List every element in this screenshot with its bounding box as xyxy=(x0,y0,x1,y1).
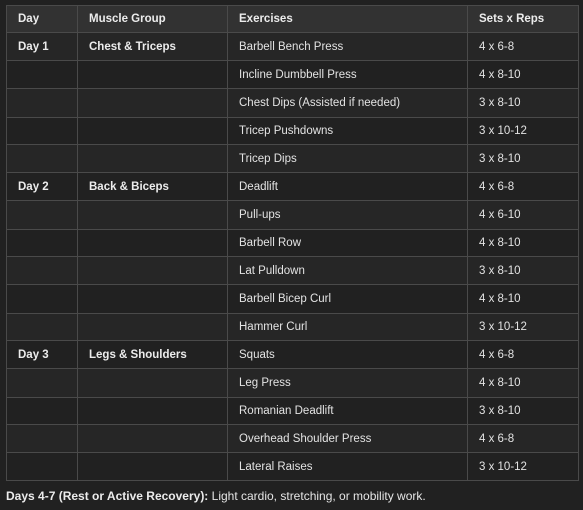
day-cell: Day 2 xyxy=(6,172,78,201)
day-cell: Day 1 xyxy=(6,32,78,61)
day-cell xyxy=(6,284,78,314)
sets-reps-cell: 4 x 8-10 xyxy=(467,368,579,398)
sets-reps-cell: 3 x 10-12 xyxy=(467,313,579,341)
exercise-cell: Incline Dumbbell Press xyxy=(227,60,468,89)
sets-reps-cell: 4 x 8-10 xyxy=(467,284,579,314)
table-row: Pull-ups 4 x 6-10 xyxy=(6,200,579,230)
muscle-group-cell xyxy=(77,368,228,398)
sets-reps-cell: 4 x 8-10 xyxy=(467,60,579,89)
sets-reps-cell: 3 x 8-10 xyxy=(467,397,579,425)
exercise-cell: Deadlift xyxy=(227,172,468,201)
table-row: Tricep Pushdowns 3 x 10-12 xyxy=(6,117,579,145)
header-sets-reps: Sets x Reps xyxy=(467,5,579,33)
day-cell xyxy=(6,229,78,257)
day-cell xyxy=(6,397,78,425)
exercise-cell: Barbell Row xyxy=(227,229,468,257)
table-body: Day 1 Chest & Triceps Barbell Bench Press 4… xyxy=(6,32,579,481)
day-cell xyxy=(6,117,78,145)
day-cell xyxy=(6,368,78,398)
muscle-group-cell xyxy=(77,452,228,481)
exercise-cell: Chest Dips (Assisted if needed) xyxy=(227,88,468,118)
table-row: Overhead Shoulder Press 4 x 6-8 xyxy=(6,424,579,453)
day-cell xyxy=(6,144,78,173)
day-cell xyxy=(6,313,78,341)
muscle-group-cell xyxy=(77,256,228,285)
table-row: Lat Pulldown 3 x 8-10 xyxy=(6,256,579,285)
day-cell xyxy=(6,256,78,285)
muscle-group-cell xyxy=(77,284,228,314)
header-exercises: Exercises xyxy=(227,5,468,33)
table-row: Lateral Raises 3 x 10-12 xyxy=(6,452,579,481)
muscle-group-cell xyxy=(77,117,228,145)
table-row: Romanian Deadlift 3 x 8-10 xyxy=(6,397,579,425)
exercise-cell: Overhead Shoulder Press xyxy=(227,424,468,453)
sets-reps-cell: 3 x 10-12 xyxy=(467,117,579,145)
rest-days-label: Days 4-7 (Rest or Active Recovery): xyxy=(6,489,209,503)
rest-days-text: Light cardio, stretching, or mobility wo… xyxy=(208,489,426,503)
sets-reps-cell: 3 x 8-10 xyxy=(467,144,579,173)
muscle-group-cell xyxy=(77,200,228,230)
header-muscle-group: Muscle Group xyxy=(77,5,228,33)
day-cell xyxy=(6,60,78,89)
sets-reps-cell: 4 x 6-8 xyxy=(467,172,579,201)
table-row: Incline Dumbbell Press 4 x 8-10 xyxy=(6,60,579,89)
table-row: Hammer Curl 3 x 10-12 xyxy=(6,313,579,341)
muscle-group-cell xyxy=(77,313,228,341)
header-day: Day xyxy=(6,5,78,33)
muscle-group-cell xyxy=(77,144,228,173)
day-cell xyxy=(6,88,78,118)
exercise-cell: Hammer Curl xyxy=(227,313,468,341)
muscle-group-cell: Back & Biceps xyxy=(77,172,228,201)
sets-reps-cell: 3 x 10-12 xyxy=(467,452,579,481)
sets-reps-cell: 3 x 8-10 xyxy=(467,88,579,118)
table-header-row: Day Muscle Group Exercises Sets x Reps xyxy=(6,5,579,33)
exercise-cell: Romanian Deadlift xyxy=(227,397,468,425)
table-row: Day 2 Back & Biceps Deadlift 4 x 6-8 xyxy=(6,172,579,201)
exercise-cell: Squats xyxy=(227,340,468,369)
exercise-cell: Lat Pulldown xyxy=(227,256,468,285)
table-row: Barbell Row 4 x 8-10 xyxy=(6,229,579,257)
table-row: Leg Press 4 x 8-10 xyxy=(6,368,579,398)
muscle-group-cell xyxy=(77,88,228,118)
muscle-group-cell xyxy=(77,424,228,453)
sets-reps-cell: 4 x 6-8 xyxy=(467,340,579,369)
muscle-group-cell xyxy=(77,397,228,425)
exercise-cell: Barbell Bench Press xyxy=(227,32,468,61)
exercise-cell: Lateral Raises xyxy=(227,452,468,481)
exercise-cell: Barbell Bicep Curl xyxy=(227,284,468,314)
muscle-group-cell xyxy=(77,229,228,257)
muscle-group-cell: Chest & Triceps xyxy=(77,32,228,61)
sets-reps-cell: 4 x 6-10 xyxy=(467,200,579,230)
sets-reps-cell: 3 x 8-10 xyxy=(467,256,579,285)
muscle-group-cell: Legs & Shoulders xyxy=(77,340,228,369)
table-row: Chest Dips (Assisted if needed) 3 x 8-10 xyxy=(6,88,579,118)
exercise-cell: Pull-ups xyxy=(227,200,468,230)
workout-table: Day Muscle Group Exercises Sets x Reps D… xyxy=(6,5,579,481)
table-row: Day 3 Legs & Shoulders Squats 4 x 6-8 xyxy=(6,340,579,369)
muscle-group-cell xyxy=(77,60,228,89)
sets-reps-cell: 4 x 6-8 xyxy=(467,32,579,61)
exercise-cell: Tricep Pushdowns xyxy=(227,117,468,145)
sets-reps-cell: 4 x 6-8 xyxy=(467,424,579,453)
table-row: Day 1 Chest & Triceps Barbell Bench Press 4… xyxy=(6,32,579,61)
exercise-cell: Leg Press xyxy=(227,368,468,398)
rest-days-note: Days 4-7 (Rest or Active Recovery): Ligh… xyxy=(6,489,426,503)
table-row: Tricep Dips 3 x 8-10 xyxy=(6,144,579,173)
exercise-cell: Tricep Dips xyxy=(227,144,468,173)
day-cell xyxy=(6,200,78,230)
day-cell xyxy=(6,452,78,481)
sets-reps-cell: 4 x 8-10 xyxy=(467,229,579,257)
day-cell: Day 3 xyxy=(6,340,78,369)
table-row: Barbell Bicep Curl 4 x 8-10 xyxy=(6,284,579,314)
day-cell xyxy=(6,424,78,453)
